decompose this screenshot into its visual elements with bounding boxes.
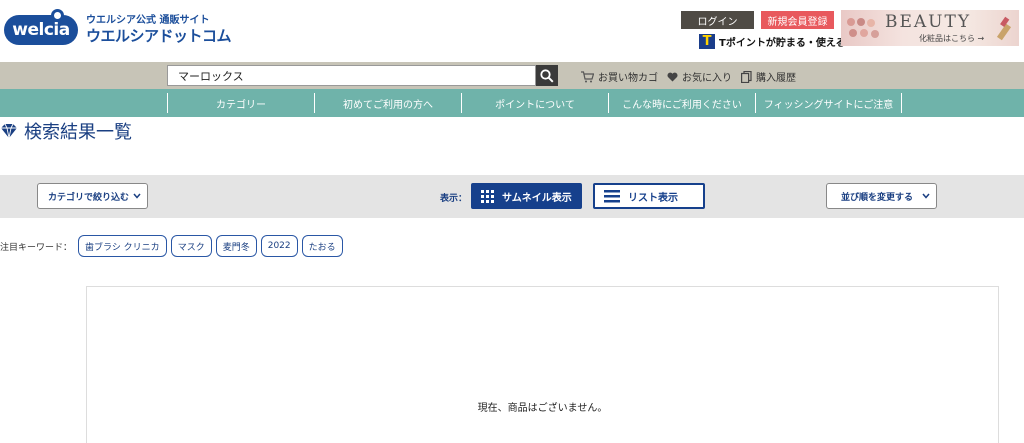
thumbnail-view-label: サムネイル表示 (502, 192, 572, 204)
keyword-tag[interactable]: マスク (170, 235, 212, 257)
favorites-link[interactable]: お気に入り (667, 69, 732, 84)
logo-dot (51, 9, 64, 22)
sort-order-select[interactable]: 並び順を変更する (826, 183, 937, 209)
list-view-label: リスト表示 (628, 192, 678, 204)
lipstick-icon (996, 16, 1012, 41)
page-title: 検索結果一覧 (24, 122, 132, 143)
logo-badge: welcia (4, 9, 78, 45)
category-filter-select[interactable]: カテゴリで絞り込む (37, 183, 148, 209)
search-icon (540, 68, 554, 83)
cart-icon (581, 70, 594, 82)
tpoint-link[interactable]: T Tポイントが貯まる・使える (699, 34, 846, 49)
sort-order-label: 並び順を変更する (841, 192, 914, 203)
chevron-down-icon (133, 193, 141, 199)
document-icon (741, 70, 752, 83)
site-header: welcia ウエルシア公式 通販サイト ウエルシアドットコム ログイン 新規会… (0, 0, 1024, 62)
no-results-message: 現在、商品はございません。 (477, 403, 608, 414)
beauty-banner[interactable]: BEAUTY 化粧品はこちら → (841, 10, 1019, 46)
results-toolbar: カテゴリで絞り込む 表示： サムネイル表示 リスト表示 並び順を変更する (0, 175, 1024, 218)
search-button[interactable] (536, 65, 558, 86)
nav-item-usage[interactable]: こんな時にご利用ください (608, 93, 755, 113)
tpoint-icon: T (699, 34, 715, 49)
cart-link[interactable]: お買い物カゴ (581, 69, 658, 84)
thumbnail-view-button[interactable]: サムネイル表示 (471, 183, 582, 209)
history-label: 購入履歴 (756, 73, 796, 84)
nav-item-first-time[interactable]: 初めてご利用の方へ (314, 93, 461, 113)
keyword-tag[interactable]: 歯ブラシ クリニカ (78, 235, 167, 257)
favorites-label: お気に入り (682, 73, 732, 84)
welcia-logo[interactable]: welcia ウエルシア公式 通販サイト ウエルシアドットコム (4, 9, 232, 50)
logo-word: welcia (12, 20, 70, 40)
cart-label: お買い物カゴ (598, 73, 658, 84)
nav-item-category[interactable]: カテゴリー (167, 93, 314, 113)
banner-subtitle: 化粧品はこちら → (919, 34, 985, 43)
keyword-tag[interactable]: 麦門冬 (215, 235, 257, 257)
results-panel: 現在、商品はございません。 (86, 286, 999, 443)
banner-title: BEAUTY (885, 12, 972, 32)
register-button[interactable]: 新規会員登録 (761, 11, 834, 29)
nav-item-points[interactable]: ポイントについて (461, 93, 608, 113)
list-view-button[interactable]: リスト表示 (593, 183, 705, 209)
search-input[interactable] (167, 65, 536, 86)
tpoint-label: Tポイントが貯まる・使える (719, 38, 846, 49)
display-mode-label: 表示： (440, 194, 468, 204)
keywords-label: 注目キーワード： (0, 243, 73, 253)
nav-item-phishing[interactable]: フィッシングサイトにご注意 (755, 93, 902, 113)
page-title-row: 検索結果一覧 (0, 118, 132, 144)
grid-icon (481, 189, 494, 203)
search-bar: お買い物カゴ お気に入り 購入履歴 (0, 62, 1024, 89)
logo-subtitle: ウエルシア公式 通販サイト (86, 15, 210, 26)
keyword-tag[interactable]: 2022 (260, 235, 298, 257)
list-icon (604, 189, 620, 202)
logo-title: ウエルシアドットコム (86, 27, 232, 45)
diamond-icon (1, 123, 17, 139)
chevron-down-icon (922, 193, 930, 199)
category-filter-label: カテゴリで絞り込む (48, 192, 130, 203)
heart-icon (667, 72, 678, 81)
cosmetics-palette-icon (847, 18, 879, 38)
login-button[interactable]: ログイン (681, 11, 754, 29)
history-link[interactable]: 購入履歴 (741, 69, 796, 84)
keyword-tags: 歯ブラシ クリニカ マスク 麦門冬 2022 たおる (78, 235, 347, 257)
logo-text: ウエルシア公式 通販サイト ウエルシアドットコム (86, 15, 232, 45)
main-nav: カテゴリー 初めてご利用の方へ ポイントについて こんな時にご利用ください フィ… (0, 89, 1024, 117)
keyword-tag[interactable]: たおる (301, 235, 343, 257)
